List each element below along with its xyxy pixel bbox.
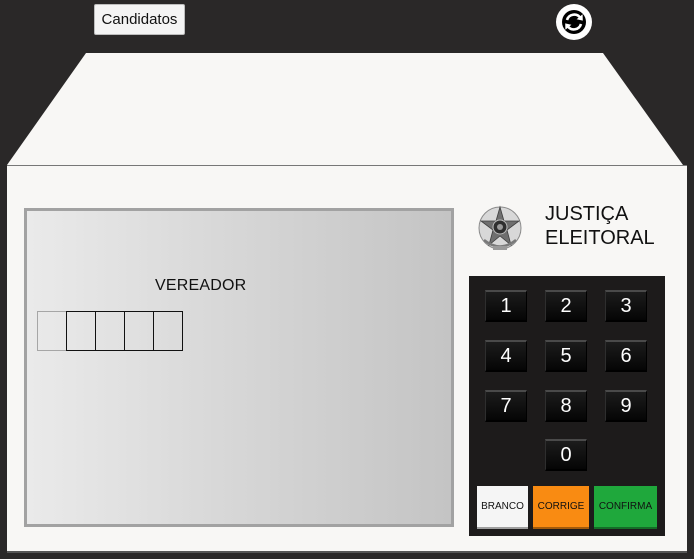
keypad: 1 2 3 4 5 6 7 8 9 0 BRANCO CORRIGE CONFI… bbox=[469, 276, 665, 536]
coat-of-arms-icon bbox=[478, 205, 522, 250]
key-1[interactable]: 1 bbox=[485, 290, 527, 322]
digit-box bbox=[37, 311, 67, 351]
digit-box bbox=[124, 311, 154, 351]
key-3[interactable]: 3 bbox=[605, 290, 647, 322]
digit-box bbox=[153, 311, 183, 351]
corrige-button[interactable]: CORRIGE bbox=[533, 486, 589, 529]
branco-button[interactable]: BRANCO bbox=[477, 486, 528, 529]
voting-machine-app: Candidatos VEREADOR JUSTIÇA ELEITORAL 1 … bbox=[0, 0, 694, 559]
machine-top bbox=[7, 53, 683, 165]
key-4[interactable]: 4 bbox=[485, 340, 527, 372]
confirma-button[interactable]: CONFIRMA bbox=[594, 486, 657, 529]
key-5[interactable]: 5 bbox=[545, 340, 587, 372]
key-7[interactable]: 7 bbox=[485, 390, 527, 422]
brand-line-2: ELEITORAL bbox=[545, 227, 655, 249]
key-6[interactable]: 6 bbox=[605, 340, 647, 372]
key-9[interactable]: 9 bbox=[605, 390, 647, 422]
key-2[interactable]: 2 bbox=[545, 290, 587, 322]
digit-box bbox=[95, 311, 125, 351]
digit-box bbox=[66, 311, 96, 351]
brand-line-1: JUSTIÇA bbox=[545, 203, 629, 225]
key-0[interactable]: 0 bbox=[545, 439, 587, 471]
key-8[interactable]: 8 bbox=[545, 390, 587, 422]
voting-screen: VEREADOR bbox=[24, 208, 454, 527]
brand-text: JUSTIÇA ELEITORAL bbox=[545, 202, 655, 250]
number-input bbox=[37, 311, 183, 351]
office-label: VEREADOR bbox=[155, 277, 247, 294]
